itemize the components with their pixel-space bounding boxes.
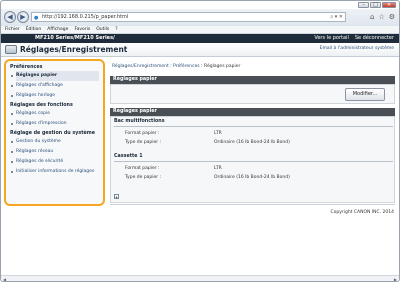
- portal-link[interactable]: Vers le portail: [314, 35, 349, 42]
- group-cassette-1: Cassette 1: [114, 154, 143, 159]
- sidebar-item-initialize-settings[interactable]: Initialiser informations de réglages: [11, 167, 99, 177]
- back-button[interactable]: ◀: [4, 11, 16, 23]
- scroll-left-icon[interactable]: ◀: [3, 277, 6, 281]
- menu-bar: Fichier Édition Affichage Favoris Outils…: [1, 26, 399, 34]
- menu-edit[interactable]: Édition: [26, 26, 42, 33]
- url-text: http://192.168.0.215/p_paper.html: [42, 14, 129, 20]
- top-nav-bar: MF210 Series/MF210 Series/ Vers le porta…: [1, 34, 399, 43]
- sidebar-item-clock-settings[interactable]: Réglages horloge: [11, 91, 99, 101]
- row-value-paper-type: Ordinaire (16 lb Bond-24 lb Bond): [214, 140, 290, 145]
- menu-help[interactable]: ?: [115, 26, 117, 33]
- copyright-text: Copyright CANON INC. 2014: [330, 210, 395, 215]
- row-value-paper-size: LTR: [214, 131, 222, 136]
- panel-header-paper-settings: Réglages papier: [110, 76, 395, 84]
- gear-icon[interactable]: ⚙: [389, 13, 395, 21]
- browser-window: – □ ✕ ◀ ▶ ● http://192.168.0.215/p_paper…: [0, 0, 400, 282]
- main-content: Réglages/Enregistrement : Préférences : …: [109, 59, 397, 279]
- minimize-button[interactable]: –: [358, 2, 369, 8]
- breadcrumb-settings-link[interactable]: Réglages/Enregistrement: [112, 64, 169, 69]
- url-field-icons[interactable]: ⌕ ▾ ✕: [330, 13, 343, 21]
- back-to-top-icon[interactable]: ▴: [114, 194, 119, 199]
- row-label-paper-type: Type de papier :: [125, 175, 162, 180]
- horizontal-scrollbar[interactable]: ◀ ▶: [1, 275, 399, 281]
- sidebar: Préférences Réglages papier Réglages d'a…: [4, 59, 105, 206]
- menu-tools[interactable]: Outils: [96, 26, 109, 33]
- row-value-paper-type: Ordinaire (16 lb Bond-24 lb Bond): [214, 175, 290, 180]
- home-icon[interactable]: ⌂: [370, 13, 374, 21]
- logout-link[interactable]: Se déconnecter: [355, 35, 394, 42]
- globe-icon: ●: [34, 15, 39, 21]
- favorites-star-icon[interactable]: ☆: [378, 13, 384, 21]
- menu-file[interactable]: Fichier: [5, 26, 20, 33]
- paper-details-panel: Bac multifonctions Format papier : LTR T…: [110, 116, 395, 203]
- maximize-button[interactable]: □: [370, 2, 381, 8]
- breadcrumb: Réglages/Enregistrement : Préférences : …: [112, 64, 240, 69]
- top-links: Vers le portail Se déconnecter: [314, 35, 394, 42]
- sidebar-group-function-settings: Réglages des fonctions: [10, 103, 73, 108]
- row-value-paper-size: LTR: [214, 166, 222, 171]
- sidebar-item-paper-settings[interactable]: Réglages papier: [11, 71, 99, 81]
- page-title: Réglages/Enregistrement: [20, 45, 128, 54]
- row-label-paper-type: Type de papier :: [125, 140, 162, 145]
- scroll-right-icon[interactable]: ▶: [394, 277, 397, 281]
- sidebar-group-system-management: Réglage de gestion du système: [10, 131, 95, 136]
- url-field[interactable]: ● http://192.168.0.215/p_paper.html ⌕ ▾ …: [31, 12, 346, 22]
- browser-toolbar-icons: ⌂ ☆ ⚙: [370, 13, 395, 21]
- breadcrumb-current: Réglages papier: [204, 64, 241, 69]
- close-window-button[interactable]: ✕: [382, 2, 396, 8]
- row-label-paper-size: Format papier :: [125, 166, 160, 171]
- admin-mail-link[interactable]: Email à l'administrateur système: [320, 46, 394, 51]
- sidebar-group-preferences: Préférences: [10, 65, 43, 70]
- sidebar-item-display-settings[interactable]: Réglages d'affichage: [11, 81, 99, 91]
- sidebar-item-print-settings[interactable]: Réglages d'impression: [11, 119, 99, 129]
- window-controls: – □ ✕: [358, 2, 396, 8]
- divider: [114, 161, 393, 162]
- breadcrumb-preferences-link[interactable]: Préférences: [173, 64, 199, 69]
- row-label-paper-size: Format papier :: [125, 131, 160, 136]
- sidebar-item-security-settings[interactable]: Réglages de sécurité: [11, 157, 99, 167]
- menu-favorites[interactable]: Favoris: [74, 26, 90, 33]
- forward-button[interactable]: ▶: [17, 11, 29, 23]
- footer-divider: [110, 204, 395, 205]
- panel-header-paper-details: Réglages papier: [110, 108, 395, 116]
- menu-view[interactable]: Affichage: [47, 26, 68, 33]
- sidebar-item-system-management[interactable]: Gestion du système: [11, 137, 99, 147]
- group-multipurpose-tray: Bac multifonctions: [114, 119, 165, 124]
- panel-actions: Modifier...: [110, 84, 395, 104]
- page-header: Réglages/Enregistrement Email à l'admini…: [1, 43, 399, 57]
- settings-tools-icon: [5, 45, 17, 54]
- model-name: MF210 Series/MF210 Series/: [35, 35, 115, 41]
- modify-button[interactable]: Modifier...: [345, 88, 385, 101]
- address-bar-area: ◀ ▶ ● http://192.168.0.215/p_paper.html …: [1, 9, 399, 26]
- divider: [114, 126, 393, 127]
- sidebar-item-copy-settings[interactable]: Réglages copie: [11, 109, 99, 119]
- sidebar-item-network-settings[interactable]: Réglages réseau: [11, 147, 99, 157]
